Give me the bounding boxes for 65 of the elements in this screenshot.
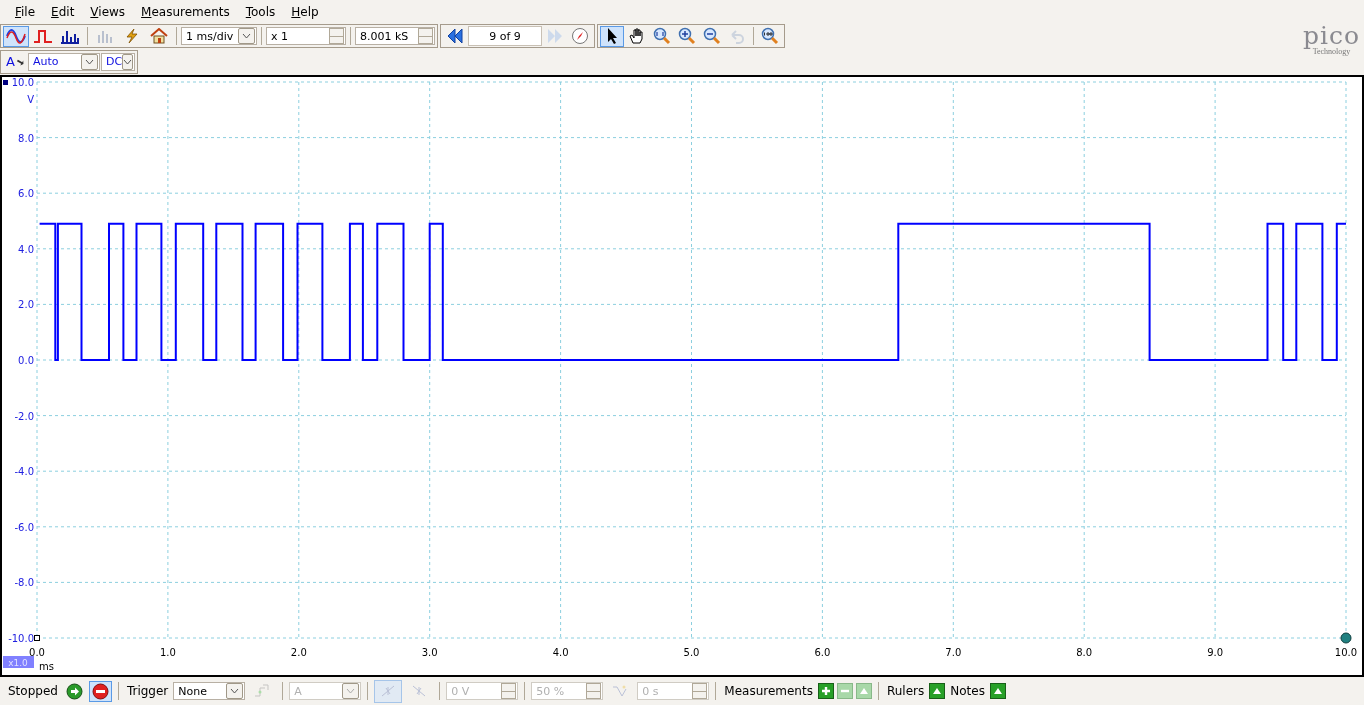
x-tick-label: 8.0 <box>1076 647 1093 658</box>
triangle-icon <box>932 686 943 696</box>
menu-item[interactable]: Edit <box>44 4 82 19</box>
caret-icon <box>123 58 133 65</box>
caret-icon <box>242 33 251 39</box>
scope-mode-button[interactable] <box>3 25 29 47</box>
menu-item[interactable]: Tools <box>238 4 283 19</box>
trigger-mode-dropdown[interactable]: None <box>173 682 246 700</box>
arrow-icon <box>15 57 24 66</box>
range-dropdown[interactable]: Auto <box>27 52 100 71</box>
menu-item[interactable]: Help <box>284 4 326 19</box>
y-tick-label: -10.0 <box>8 633 34 644</box>
logo: pico Technology <box>1302 23 1360 56</box>
samples-spinner[interactable]: 8.001 kS <box>355 27 435 45</box>
x-tick-label: 5.0 <box>683 647 700 658</box>
plus-icon <box>820 686 831 696</box>
y-tick-label: -6.0 <box>14 521 34 533</box>
minus-icon <box>840 689 849 693</box>
rulers-label: Rulers <box>885 684 926 698</box>
menu-item[interactable]: Views <box>83 4 133 19</box>
axis-marker-icon[interactable] <box>3 80 8 85</box>
coupling-dropdown[interactable]: DC <box>100 52 135 71</box>
status-label: Stopped <box>7 684 59 698</box>
buffer-field[interactable]: 9 of 9 <box>468 26 542 46</box>
measurements-label: Measurements <box>723 684 814 698</box>
stop-button[interactable] <box>88 680 112 702</box>
x-tick-label: 7.0 <box>945 647 962 658</box>
menu-item[interactable]: File <box>8 4 43 19</box>
y-tick-label: 4.0 <box>18 243 34 255</box>
time-unit-label: ms <box>39 661 54 672</box>
zoom-badge: x1.0 <box>3 656 34 668</box>
notes-button[interactable] <box>989 683 1006 699</box>
timebase-dropdown[interactable]: 1 ms/div <box>181 27 257 45</box>
y-tick-label: 8.0 <box>18 132 34 144</box>
triangle-icon <box>859 688 868 694</box>
y-tick-label: 6.0 <box>18 188 34 200</box>
x-tick-label: 2.0 <box>290 647 307 658</box>
triangle-icon <box>992 686 1003 696</box>
trigger-marker-icon[interactable] <box>1340 632 1352 644</box>
y-tick-label: -4.0 <box>14 466 34 478</box>
zoom-spinner[interactable]: x 1 <box>266 27 346 45</box>
x-tick-label: 10.0 <box>1334 647 1358 658</box>
x-tick-label: 9.0 <box>1207 647 1224 658</box>
x-tick-label: 4.0 <box>552 647 569 658</box>
channel-button[interactable]: A <box>3 51 27 72</box>
y-tick-label: 0.0 <box>18 355 34 366</box>
menu-item[interactable]: Measurements <box>134 4 237 19</box>
add-measurement-button[interactable] <box>817 683 834 699</box>
caret-icon <box>346 688 356 694</box>
pointer-icon[interactable] <box>600 25 624 47</box>
x-tick-label: 0.0 <box>29 647 45 658</box>
caret-icon <box>230 688 240 694</box>
y-tick-label: -8.0 <box>14 577 34 589</box>
notes-label: Notes <box>949 684 986 698</box>
axis-unit-label: V <box>27 94 34 105</box>
y-tick-label: 2.0 <box>18 299 34 311</box>
ruler-handle-icon[interactable] <box>34 635 40 641</box>
y-tick-label: 10.0 <box>11 77 34 88</box>
rulers-button[interactable] <box>929 683 946 699</box>
x-tick-label: 1.0 <box>159 647 176 658</box>
y-tick-label: -2.0 <box>14 410 34 422</box>
trigger-label: Trigger <box>125 684 170 698</box>
caret-icon <box>84 58 94 65</box>
x-tick-label: 3.0 <box>421 647 438 658</box>
x-tick-label: 6.0 <box>814 647 831 658</box>
